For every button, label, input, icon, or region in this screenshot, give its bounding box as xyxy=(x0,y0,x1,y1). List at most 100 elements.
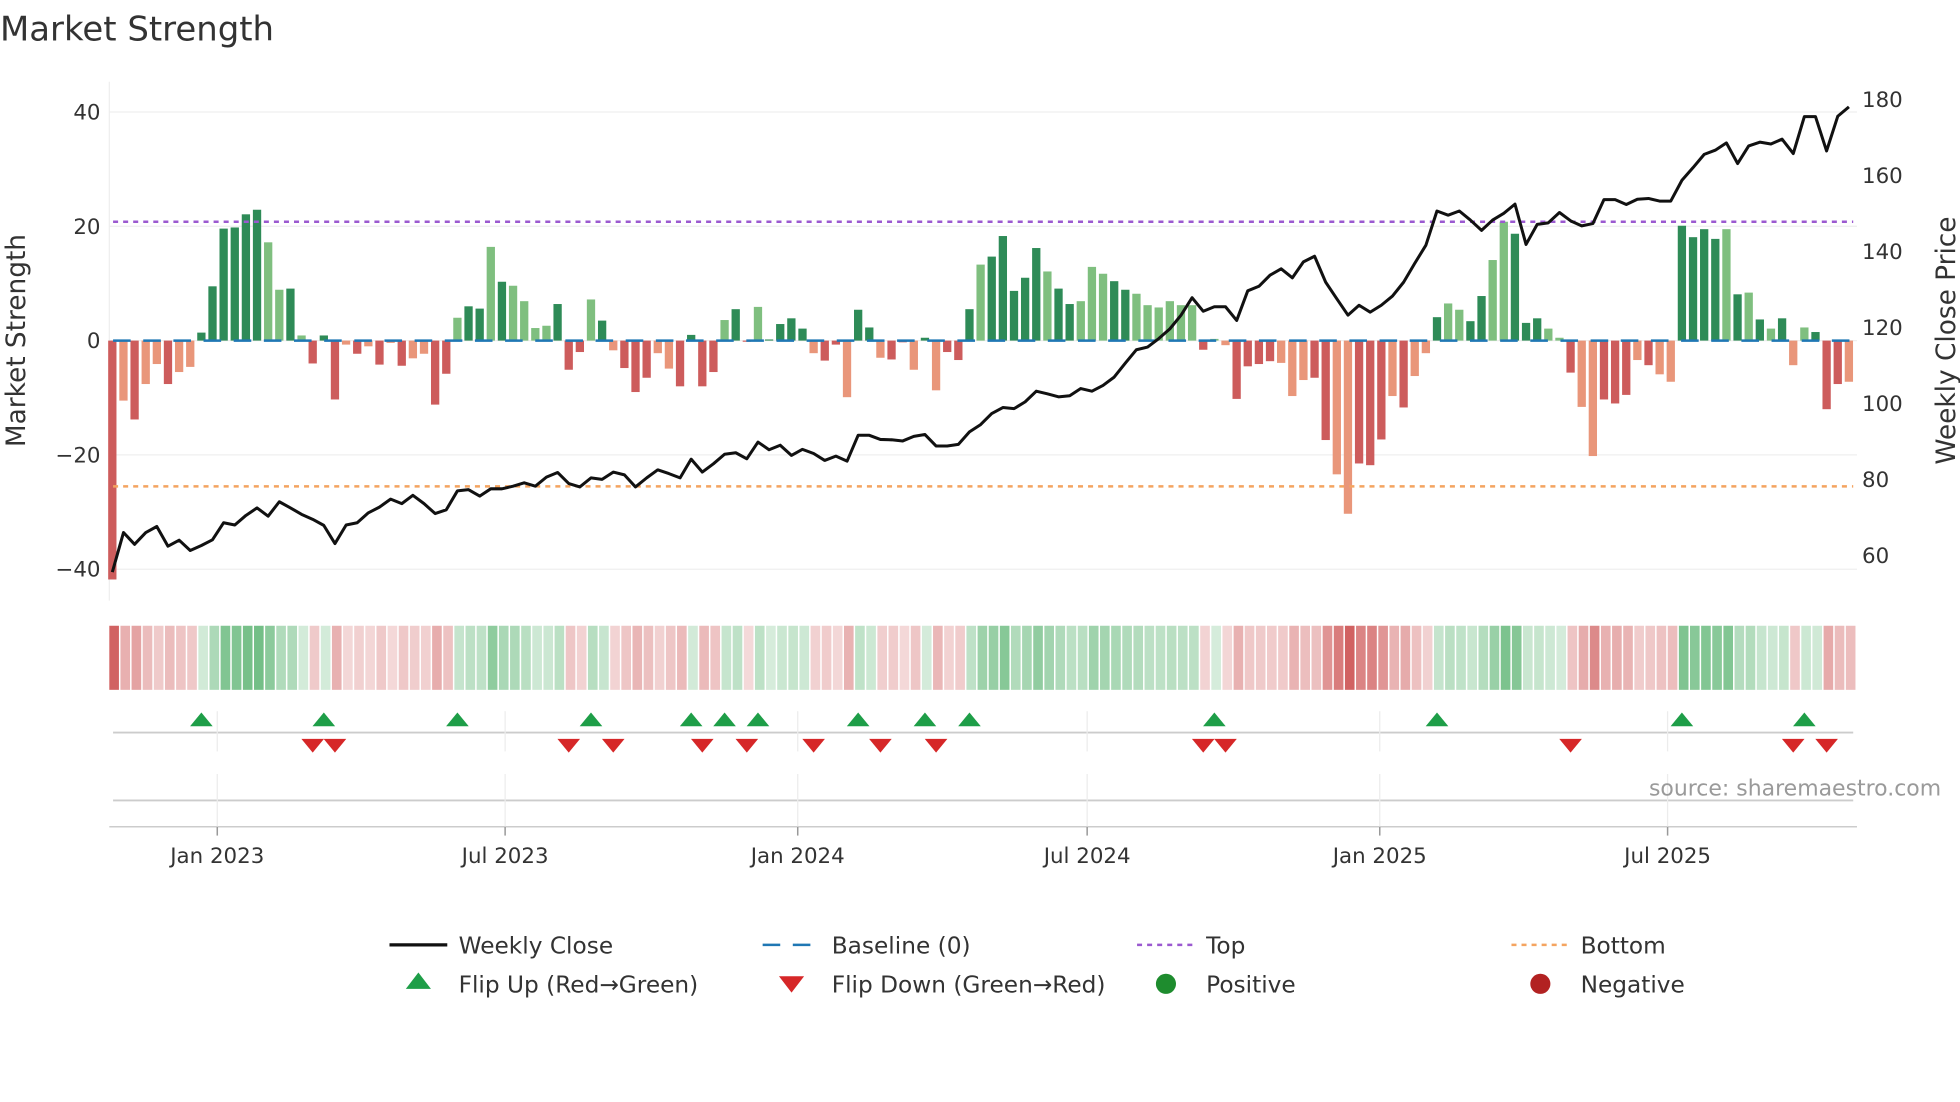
strength-bar xyxy=(1243,340,1252,367)
strength-bar xyxy=(764,339,774,341)
strip-cell xyxy=(1812,625,1823,690)
strip-cell xyxy=(732,625,743,690)
legend-item: Top xyxy=(1137,933,1245,960)
strip-cell xyxy=(910,625,921,690)
strip-cell xyxy=(142,625,153,690)
strip-cell xyxy=(977,625,988,690)
strip-cell xyxy=(443,625,453,690)
x-tick-label: Jul 2025 xyxy=(1622,844,1711,869)
strength-bar xyxy=(1199,340,1208,350)
strength-bar xyxy=(208,286,217,341)
strip-cell xyxy=(1411,625,1422,690)
strength-bar xyxy=(620,340,629,369)
flip-down-marker xyxy=(557,738,581,753)
strip-cell xyxy=(554,625,565,690)
flip-up-marker xyxy=(746,712,770,727)
strength-bar xyxy=(1421,340,1431,354)
flip-up-marker xyxy=(190,712,213,727)
strip-cell xyxy=(131,625,142,690)
strength-bar xyxy=(1688,237,1698,341)
strength-bar xyxy=(1377,340,1386,440)
strip-cell xyxy=(1600,625,1611,690)
strength-bar xyxy=(1343,340,1353,514)
strength-bar xyxy=(119,340,128,401)
y-tick-label: 20 xyxy=(73,215,100,240)
strength-bar xyxy=(1221,340,1230,346)
strip-cell xyxy=(665,625,676,690)
strip-cell xyxy=(521,625,531,690)
strength-bar xyxy=(375,340,384,365)
strength-bar xyxy=(998,236,1008,341)
strength-bar xyxy=(965,309,974,341)
strip-cell xyxy=(1534,625,1544,690)
strip-cell xyxy=(164,625,175,690)
strip-cell xyxy=(899,625,910,690)
strip-cell xyxy=(1233,625,1244,690)
strip-cell xyxy=(1044,625,1054,690)
strength-bar xyxy=(508,285,518,341)
strip-cell xyxy=(1200,625,1210,690)
strip-cell xyxy=(1400,625,1411,690)
triangle-down-icon xyxy=(778,976,805,993)
strength-bar xyxy=(1755,319,1764,341)
flip-up-marker xyxy=(1203,712,1226,727)
strip-cell xyxy=(654,625,665,690)
strength-bar xyxy=(330,340,340,400)
strength-bar xyxy=(1321,340,1330,441)
strip-cell xyxy=(810,625,821,690)
strength-bar xyxy=(575,340,585,353)
strip-cell xyxy=(699,625,709,690)
flip-down-marker xyxy=(1214,738,1237,753)
strength-bar xyxy=(753,306,763,341)
flip-down-marker xyxy=(301,738,325,753)
flip-down-marker xyxy=(1781,738,1805,753)
strength-bar xyxy=(275,289,284,341)
strength-bar xyxy=(1822,340,1831,410)
strip-cell xyxy=(1723,625,1734,690)
strength-bar xyxy=(1700,229,1709,341)
strip-cell xyxy=(1445,625,1455,690)
strength-bar xyxy=(931,340,941,391)
strip-cell xyxy=(832,625,843,690)
strength-bar xyxy=(1254,340,1264,365)
strength-bar xyxy=(286,288,295,341)
strength-bar xyxy=(442,340,451,374)
strength-bar xyxy=(1366,340,1375,466)
strip-cell xyxy=(1456,625,1466,690)
strength-bar xyxy=(854,309,863,341)
strength-bar xyxy=(731,309,740,341)
strength-bar xyxy=(1232,340,1241,399)
strip-cell xyxy=(888,625,899,690)
strength-bar xyxy=(1121,289,1130,341)
strength-bar xyxy=(1599,340,1609,400)
strength-bar xyxy=(464,306,473,341)
strength-bar xyxy=(308,340,317,364)
strength-bar xyxy=(664,340,674,369)
strength-bar xyxy=(1633,340,1642,361)
strip-cell xyxy=(187,625,197,690)
flip-down-marker xyxy=(1559,738,1582,753)
triangle-up-icon xyxy=(405,972,431,989)
strip-cell xyxy=(1756,625,1767,690)
strength-bar xyxy=(1455,309,1464,341)
strip-cell xyxy=(1845,625,1856,690)
strength-bar xyxy=(1443,303,1453,341)
strip-cell xyxy=(1222,625,1233,690)
strip-cell xyxy=(309,625,320,690)
strip-cell xyxy=(1278,625,1288,690)
strip-cell xyxy=(766,625,776,690)
strip-cell xyxy=(921,625,932,690)
strength-bar xyxy=(1711,238,1720,341)
strip-cell xyxy=(1701,625,1711,690)
strip-cell xyxy=(821,625,832,690)
strip-cell xyxy=(1333,625,1344,690)
strip-cell xyxy=(409,625,420,690)
strength-bar xyxy=(1466,321,1475,341)
strip-cell xyxy=(1077,625,1088,690)
strength-bar xyxy=(1610,340,1620,404)
strength-bar xyxy=(1499,221,1508,341)
strength-bar xyxy=(642,340,651,378)
strength-bar xyxy=(486,246,495,341)
strip-cell xyxy=(1311,625,1322,690)
strength-bar xyxy=(1544,328,1553,341)
